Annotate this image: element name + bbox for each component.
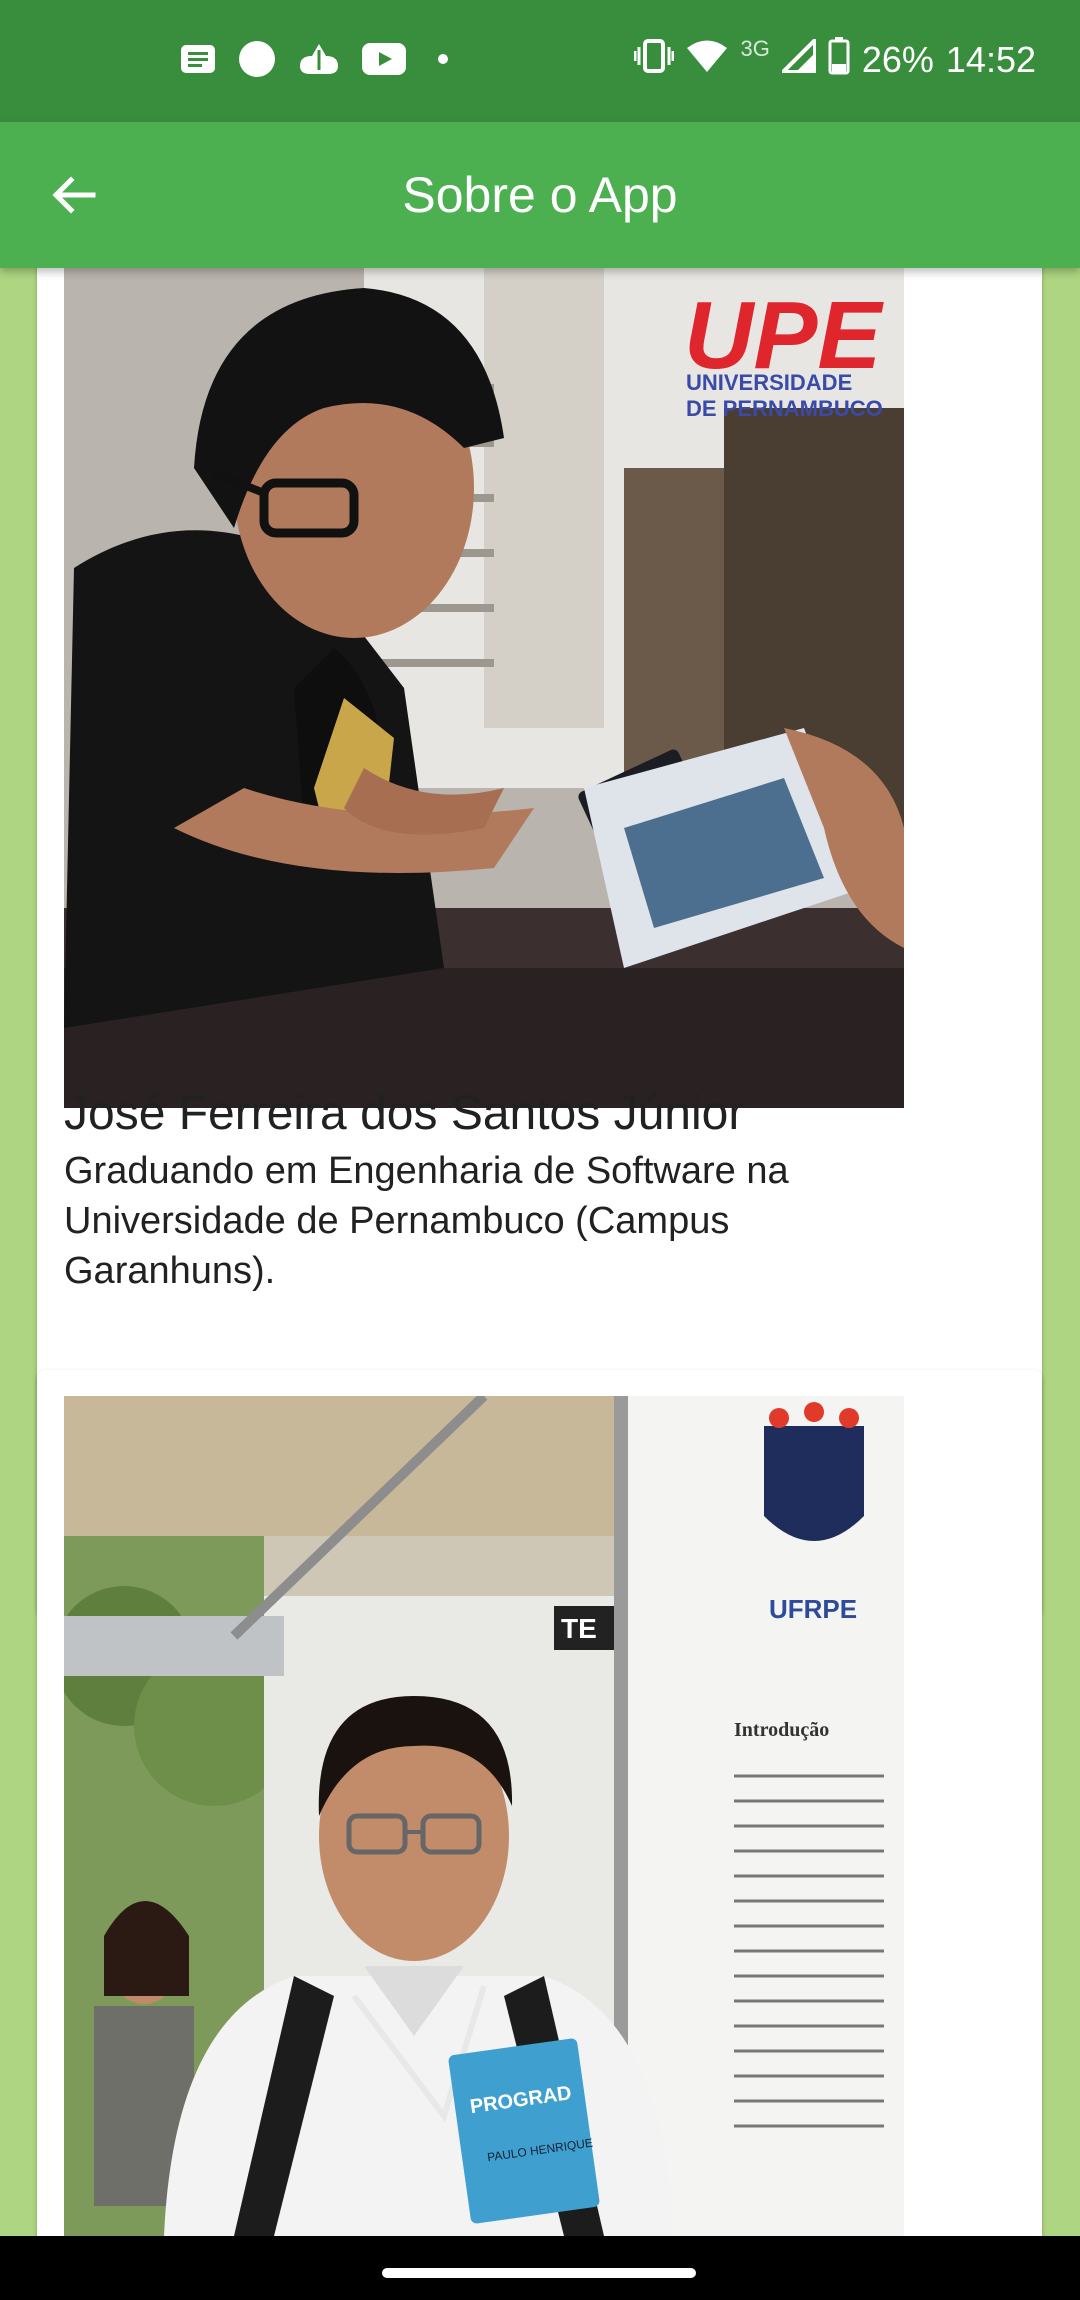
status-left-icons (180, 38, 458, 84)
arrow-left-icon (52, 176, 96, 214)
status-time: 14:52 (945, 39, 1036, 80)
signal-icon (778, 34, 817, 82)
member-name: José Ferreira dos Santos Júnior (64, 1087, 745, 1140)
poster-heading: Introdução (734, 1719, 829, 1741)
member-description: Graduando em Engenharia de Software na U… (64, 1150, 789, 1292)
page-title: Sobre o App (402, 167, 678, 223)
back-button[interactable] (40, 162, 106, 228)
status-bar: 3G 26% 14:52 (0, 0, 1080, 122)
home-gesture-handle[interactable] (382, 2268, 696, 2278)
vibrate-icon (633, 38, 675, 82)
team-list[interactable]: UPE UNIVERSIDADE DE PERNAMBUCO José Ferr… (0, 268, 1080, 2236)
wifi-icon (686, 39, 728, 82)
battery-icon (828, 36, 850, 84)
upe-logo-line2: DE PERNAMBUCO (686, 396, 883, 421)
banner-text: TE (561, 1613, 597, 1644)
member-card: Introdução UFRPE TE PROGRAD PAULO HENRIQ… (37, 1370, 1042, 2236)
cloud-icon (298, 42, 340, 81)
circle-icon (238, 40, 276, 83)
youtube-icon (362, 42, 406, 80)
app-bar: Sobre o App (0, 122, 1080, 268)
member-photo: Introdução UFRPE TE PROGRAD PAULO HENRIQ… (64, 1396, 904, 2236)
status-right-icons: 3G 26% 14:52 (633, 32, 1036, 88)
battery-percent: 26% (861, 39, 934, 80)
dot-icon (428, 52, 458, 71)
network-type: 3G (740, 36, 770, 61)
ufrpe-logo-mark: UFRPE (769, 1594, 857, 1624)
navigation-bar (0, 2236, 1080, 2300)
member-photo: UPE UNIVERSIDADE DE PERNAMBUCO (64, 268, 904, 1108)
notification-icon (180, 44, 216, 79)
upe-logo-line1: UNIVERSIDADE (686, 370, 852, 395)
